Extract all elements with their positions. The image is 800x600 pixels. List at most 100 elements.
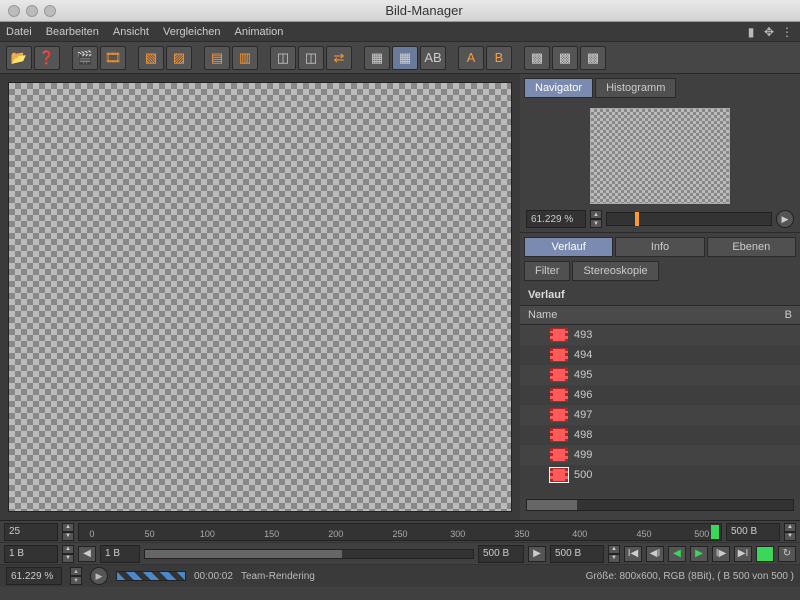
extra-2-button[interactable]: ▩ bbox=[552, 46, 578, 70]
dock-left-icon[interactable]: ▮ bbox=[744, 25, 758, 39]
range-prev-button[interactable]: ◀ bbox=[78, 546, 96, 562]
image-a-button[interactable]: ▧ bbox=[138, 46, 164, 70]
statusbar: 61.229 % ▲▼ ▶ 00:00:02 Team-Rendering Gr… bbox=[0, 565, 800, 587]
goto-end-button[interactable]: ▶I bbox=[734, 546, 752, 562]
range-next-button[interactable]: ▶ bbox=[528, 546, 546, 562]
menu-vergleichen[interactable]: Vergleichen bbox=[163, 26, 221, 38]
render-canvas[interactable] bbox=[8, 82, 512, 512]
tab-histogram[interactable]: Histogramm bbox=[595, 78, 676, 98]
tab-stereoskopie[interactable]: Stereoskopie bbox=[572, 261, 658, 281]
range-start-field[interactable]: 1 B bbox=[4, 545, 58, 563]
compare-swap-button[interactable]: ⇄ bbox=[326, 46, 352, 70]
zoom-slider[interactable] bbox=[606, 212, 772, 226]
frame-icon bbox=[550, 408, 568, 422]
history-row-label: 498 bbox=[574, 429, 592, 441]
layer-clear-button[interactable]: ▥ bbox=[232, 46, 258, 70]
menubar: Datei Bearbeiten Ansicht Vergleichen Ani… bbox=[0, 22, 800, 42]
open-help-button[interactable]: ❓ bbox=[34, 46, 60, 70]
slot-a-button[interactable]: A bbox=[458, 46, 484, 70]
menu-ansicht[interactable]: Ansicht bbox=[113, 26, 149, 38]
tick-label: 500 bbox=[694, 529, 709, 539]
history-row[interactable]: 494 bbox=[520, 345, 800, 365]
zoom-stepper[interactable]: ▲▼ bbox=[590, 210, 602, 228]
history-col-b[interactable]: B bbox=[785, 309, 792, 321]
history-panel-title: Verlauf bbox=[520, 285, 800, 305]
channel-ab-button[interactable]: AB bbox=[420, 46, 446, 70]
frame-icon bbox=[550, 448, 568, 462]
history-row[interactable]: 498 bbox=[520, 425, 800, 445]
tick-label: 250 bbox=[392, 529, 407, 539]
history-row[interactable]: 497 bbox=[520, 405, 800, 425]
range-start-stepper[interactable]: ▲▼ bbox=[62, 545, 74, 563]
close-window-button[interactable] bbox=[8, 5, 20, 17]
history-row-label: 495 bbox=[574, 369, 592, 381]
open-folder-button[interactable]: 📂 bbox=[6, 46, 32, 70]
tick-label: 300 bbox=[450, 529, 465, 539]
menu-more-icon[interactable]: ⋮ bbox=[780, 25, 794, 39]
expand-icon[interactable]: ✥ bbox=[762, 25, 776, 39]
menu-datei[interactable]: Datei bbox=[6, 26, 32, 38]
history-list[interactable]: 493 494 495 496 497 498 499 500 bbox=[520, 325, 800, 497]
history-row[interactable]: 499 bbox=[520, 445, 800, 465]
zoom-value-field[interactable]: 61.229 % bbox=[526, 210, 586, 228]
history-row[interactable]: 495 bbox=[520, 365, 800, 385]
play-button[interactable]: ▶ bbox=[690, 546, 708, 562]
zoom-fit-button[interactable]: ▶ bbox=[776, 210, 794, 228]
image-b-button[interactable]: ▨ bbox=[166, 46, 192, 70]
loop-button[interactable]: ↻ bbox=[778, 546, 796, 562]
timeline-start-stepper[interactable]: ▲▼ bbox=[62, 523, 74, 541]
history-row[interactable]: 496 bbox=[520, 385, 800, 405]
timeline-end-stepper[interactable]: ▲▼ bbox=[784, 523, 796, 541]
channel-rgb-button[interactable]: ▦ bbox=[364, 46, 390, 70]
menu-animation[interactable]: Animation bbox=[234, 26, 283, 38]
tick-label: 450 bbox=[636, 529, 651, 539]
tab-filter[interactable]: Filter bbox=[524, 261, 570, 281]
tab-verlauf[interactable]: Verlauf bbox=[524, 237, 613, 257]
frame-icon bbox=[550, 328, 568, 342]
history-row[interactable]: 493 bbox=[520, 325, 800, 345]
tab-ebenen[interactable]: Ebenen bbox=[707, 237, 796, 257]
playhead-marker[interactable] bbox=[711, 525, 719, 539]
tick-label: 0 bbox=[89, 529, 94, 539]
navigator-thumbnail[interactable] bbox=[590, 108, 730, 204]
timeline-start-field[interactable]: 25 bbox=[4, 523, 58, 541]
tab-info[interactable]: Info bbox=[615, 237, 704, 257]
play-end-field[interactable]: 500 B bbox=[550, 545, 604, 563]
status-zoom-stepper[interactable]: ▲▼ bbox=[70, 567, 82, 585]
slot-b-button[interactable]: B bbox=[486, 46, 512, 70]
frame-icon bbox=[550, 368, 568, 382]
navigator-preview[interactable] bbox=[520, 102, 800, 206]
history-row-label: 499 bbox=[574, 449, 592, 461]
history-row[interactable]: 500 bbox=[520, 465, 800, 485]
range-nav-field[interactable]: 1 B bbox=[100, 545, 140, 563]
play-reverse-button[interactable]: ◀ bbox=[668, 546, 686, 562]
timeline-end-field[interactable]: 500 B bbox=[726, 523, 780, 541]
range-slider[interactable] bbox=[144, 549, 474, 559]
timeline: 25 ▲▼ 0 50 100 150 200 250 300 350 400 4… bbox=[0, 520, 800, 565]
step-back-button[interactable]: ◀I bbox=[646, 546, 664, 562]
zoom-window-button[interactable] bbox=[44, 5, 56, 17]
step-forward-button[interactable]: I▶ bbox=[712, 546, 730, 562]
viewport[interactable] bbox=[0, 74, 520, 520]
channel-alpha-button[interactable]: ▦ bbox=[392, 46, 418, 70]
tab-navigator[interactable]: Navigator bbox=[524, 78, 593, 98]
film-button[interactable]: 🎬 bbox=[72, 46, 98, 70]
history-scrollbar[interactable] bbox=[526, 499, 794, 511]
status-zoom-field[interactable]: 61.229 % bbox=[6, 567, 62, 585]
extra-1-button[interactable]: ▩ bbox=[524, 46, 550, 70]
goto-start-button[interactable]: I◀ bbox=[624, 546, 642, 562]
timeline-ruler[interactable]: 0 50 100 150 200 250 300 350 400 450 500 bbox=[78, 523, 722, 541]
range-end-field[interactable]: 500 B bbox=[478, 545, 524, 563]
compare-a-button[interactable]: ◫ bbox=[270, 46, 296, 70]
status-zoom-fit-button[interactable]: ▶ bbox=[90, 567, 108, 585]
film-settings-button[interactable]: 🎞 bbox=[100, 46, 126, 70]
minimize-window-button[interactable] bbox=[26, 5, 38, 17]
current-frame-marker[interactable] bbox=[756, 546, 774, 562]
play-end-stepper[interactable]: ▲▼ bbox=[608, 545, 620, 563]
status-time: 00:00:02 bbox=[194, 571, 233, 582]
layer-delete-button[interactable]: ▤ bbox=[204, 46, 230, 70]
compare-b-button[interactable]: ◫ bbox=[298, 46, 324, 70]
history-col-name[interactable]: Name bbox=[528, 309, 785, 321]
menu-bearbeiten[interactable]: Bearbeiten bbox=[46, 26, 99, 38]
extra-3-button[interactable]: ▩ bbox=[580, 46, 606, 70]
